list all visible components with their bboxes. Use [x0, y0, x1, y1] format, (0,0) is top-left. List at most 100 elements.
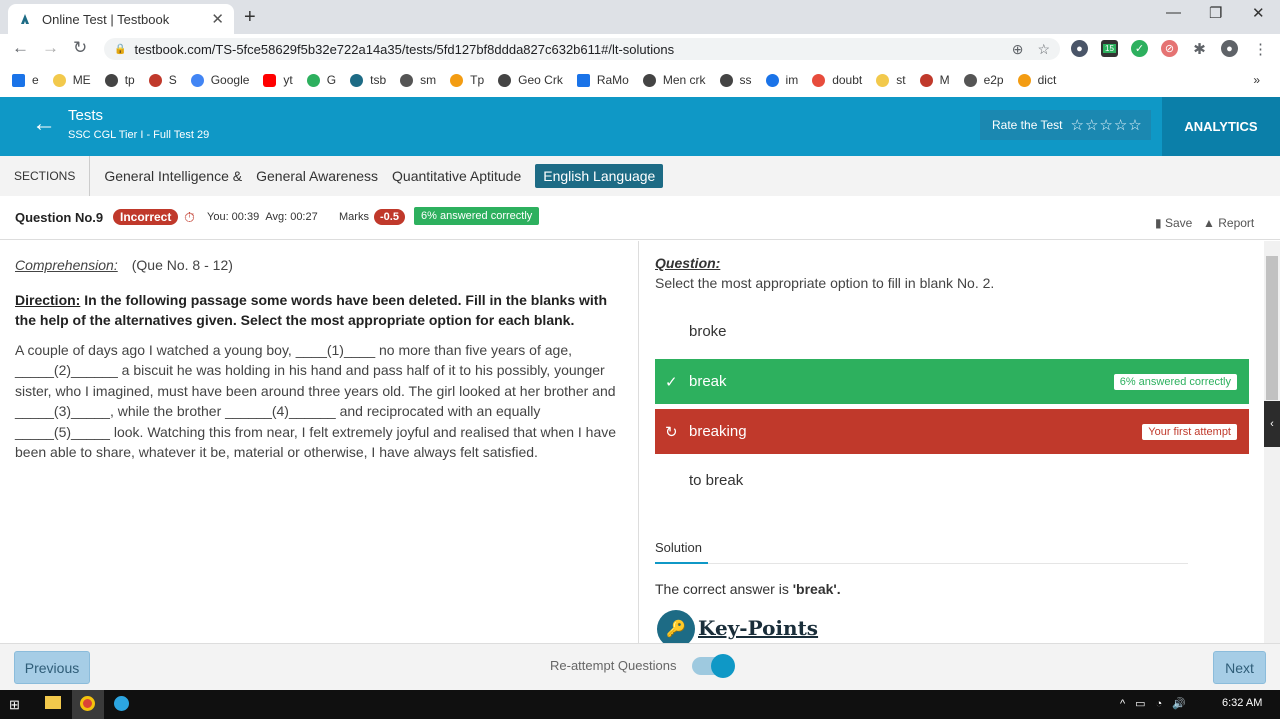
bookmark-item[interactable]: e — [12, 73, 39, 87]
bookmark-item[interactable]: tp — [104, 73, 135, 87]
volume-icon: 🔊 — [1172, 698, 1186, 710]
bookmark-label: M — [939, 73, 950, 87]
bookmark-item[interactable]: Tp — [450, 73, 484, 87]
bookmark-item[interactable]: M — [919, 73, 950, 87]
section-tab-general-awareness[interactable]: General Awareness — [256, 168, 378, 184]
gear-icon — [765, 73, 779, 87]
bookmark-item[interactable]: dict — [1017, 73, 1056, 87]
maximize-icon[interactable]: ❐ — [1209, 4, 1222, 22]
forward-icon[interactable]: → — [42, 38, 59, 58]
star-rating-icon[interactable]: ☆☆☆☆☆ — [1071, 116, 1143, 134]
bookmark-item[interactable]: RaMo — [576, 73, 629, 87]
bookmark-item[interactable]: sm — [400, 73, 436, 87]
file-explorer-icon[interactable] — [45, 696, 61, 709]
key-points-heading: Key-Points — [698, 616, 819, 640]
url-text: testbook.com/TS-5fce58629f5b32e722a14a35… — [134, 41, 675, 57]
question-text: Select the most appropriate option to fi… — [655, 275, 995, 291]
scrollbar-thumb[interactable] — [1266, 256, 1278, 400]
windows-start-icon[interactable]: ⊞ — [9, 697, 20, 713]
stopwatch-icon: ⏱ — [184, 209, 195, 225]
bookmark-item[interactable]: Men crk — [642, 73, 706, 87]
bookmark-label: Google — [210, 73, 250, 87]
bookmark-icon — [576, 73, 590, 87]
bookmark-label: st — [896, 73, 906, 87]
option-2-correct[interactable]: ✓ break 6% answered correctly — [655, 359, 1249, 404]
browser-menu-icon[interactable]: ⋮ — [1252, 40, 1269, 58]
bookmarks-bar: e ME tp S Google yt G tsb sm Tp Geo Crk … — [0, 64, 1280, 96]
chevron-left-icon[interactable]: ‹ — [1264, 401, 1280, 447]
chevron-up-icon[interactable]: ^ — [1120, 698, 1125, 710]
address-bar[interactable]: 🔒 testbook.com/TS-5fce58629f5b32e722a14a… — [104, 38, 1060, 60]
bookmark-item[interactable]: S — [148, 73, 177, 87]
add-icon[interactable]: ⊕ — [1012, 41, 1024, 58]
section-tab-english-language[interactable]: English Language — [535, 164, 664, 188]
bookmark-item[interactable]: Google — [190, 73, 250, 87]
extension-icon[interactable]: ● — [1071, 40, 1088, 57]
rate-test-widget[interactable]: Rate the Test ☆☆☆☆☆ — [980, 110, 1151, 140]
testbook-icon — [350, 73, 364, 87]
correct-answer: The correct answer is 'break'. — [655, 581, 841, 597]
report-button[interactable]: ▲ Report — [1203, 216, 1254, 230]
status-badge: Incorrect — [113, 209, 179, 225]
taskbar-clock[interactable]: 6:32 AM — [1222, 697, 1262, 709]
browser-tab[interactable]: Online Test | Testbook ✕ — [8, 4, 234, 34]
new-tab-icon[interactable]: + — [244, 6, 256, 29]
bookmark-item[interactable]: yt — [263, 73, 293, 87]
option-4[interactable]: to break — [655, 458, 1249, 503]
toggle-knob[interactable] — [711, 654, 735, 678]
option-3-wrong[interactable]: ↻ breaking Your first attempt — [655, 409, 1249, 454]
bookmark-item[interactable]: e2p — [963, 73, 1004, 87]
bookmark-item[interactable]: im — [765, 73, 799, 87]
answer-value: 'break'. — [792, 581, 841, 597]
bookmark-item[interactable]: tsb — [350, 73, 386, 87]
analytics-button[interactable]: ANALYTICS — [1162, 97, 1280, 156]
bookmark-icon — [1017, 73, 1031, 87]
option-1[interactable]: broke — [655, 309, 1249, 354]
solution-tab[interactable]: Solution — [655, 540, 702, 555]
option-label: broke — [689, 323, 727, 340]
puzzle-extensions-icon[interactable]: ✱ — [1191, 40, 1208, 58]
back-arrow-icon[interactable]: ← — [32, 110, 56, 138]
next-button[interactable]: Next — [1213, 651, 1266, 684]
close-window-icon[interactable]: ✕ — [1252, 4, 1265, 22]
save-button[interactable]: ▮ Save — [1155, 216, 1192, 230]
section-tab-quantitative-aptitude[interactable]: Quantitative Aptitude — [392, 168, 521, 184]
wifi-icon: ◔ — [1155, 697, 1163, 710]
profile-avatar[interactable]: ● — [1221, 40, 1238, 57]
bookmark-item[interactable]: ss — [719, 73, 752, 87]
bookmark-label: tp — [124, 73, 135, 87]
section-tab-general-intelligence[interactable]: General Intelligence & — [104, 168, 242, 184]
bookmark-icon — [719, 73, 733, 87]
bookmark-item[interactable]: ME — [52, 73, 91, 87]
direction: Direction: In the following passage some… — [15, 290, 623, 331]
previous-button[interactable]: Previous — [14, 651, 90, 684]
shield-extension-icon[interactable]: ✓ — [1131, 40, 1148, 57]
your-time: You: 00:39 — [207, 211, 260, 223]
question-panel: Question: Select the most appropriate op… — [640, 241, 1264, 648]
bookmark-item[interactable]: Geo Crk — [498, 73, 563, 87]
block-extension-icon[interactable]: ⊘ — [1161, 40, 1178, 57]
option-label: break — [689, 373, 727, 390]
bookmark-label: doubt — [832, 73, 863, 87]
telegram-icon[interactable] — [114, 696, 129, 711]
bookmark-icon — [876, 73, 890, 87]
bookmark-label: im — [785, 73, 799, 87]
comprehension-heading: Comprehension: (Que No. 8 - 12) — [15, 255, 623, 276]
bookmark-item[interactable]: G — [306, 73, 336, 87]
back-icon[interactable]: ← — [12, 38, 29, 58]
system-tray[interactable]: ^ ▭ ◔ 🔊 — [1120, 697, 1186, 711]
check-icon: ✓ — [665, 373, 678, 391]
lock-icon: 🔒 — [114, 43, 127, 55]
bookmark-icon — [919, 73, 933, 87]
bookmark-item[interactable]: st — [876, 73, 906, 87]
extension-badge-icon[interactable]: 15 — [1101, 40, 1118, 57]
more-bookmarks-icon[interactable]: » — [1253, 73, 1260, 87]
rate-label: Rate the Test — [992, 118, 1063, 132]
chrome-icon[interactable] — [80, 696, 95, 711]
close-tab-icon[interactable]: ✕ — [211, 10, 224, 28]
bookmark-star-icon[interactable]: ☆ — [1037, 41, 1050, 58]
minimize-icon[interactable]: — — [1166, 4, 1181, 21]
bookmark-item[interactable]: doubt — [812, 73, 862, 87]
reload-icon[interactable]: ↻ — [73, 38, 87, 58]
retry-icon: ↻ — [665, 423, 678, 441]
